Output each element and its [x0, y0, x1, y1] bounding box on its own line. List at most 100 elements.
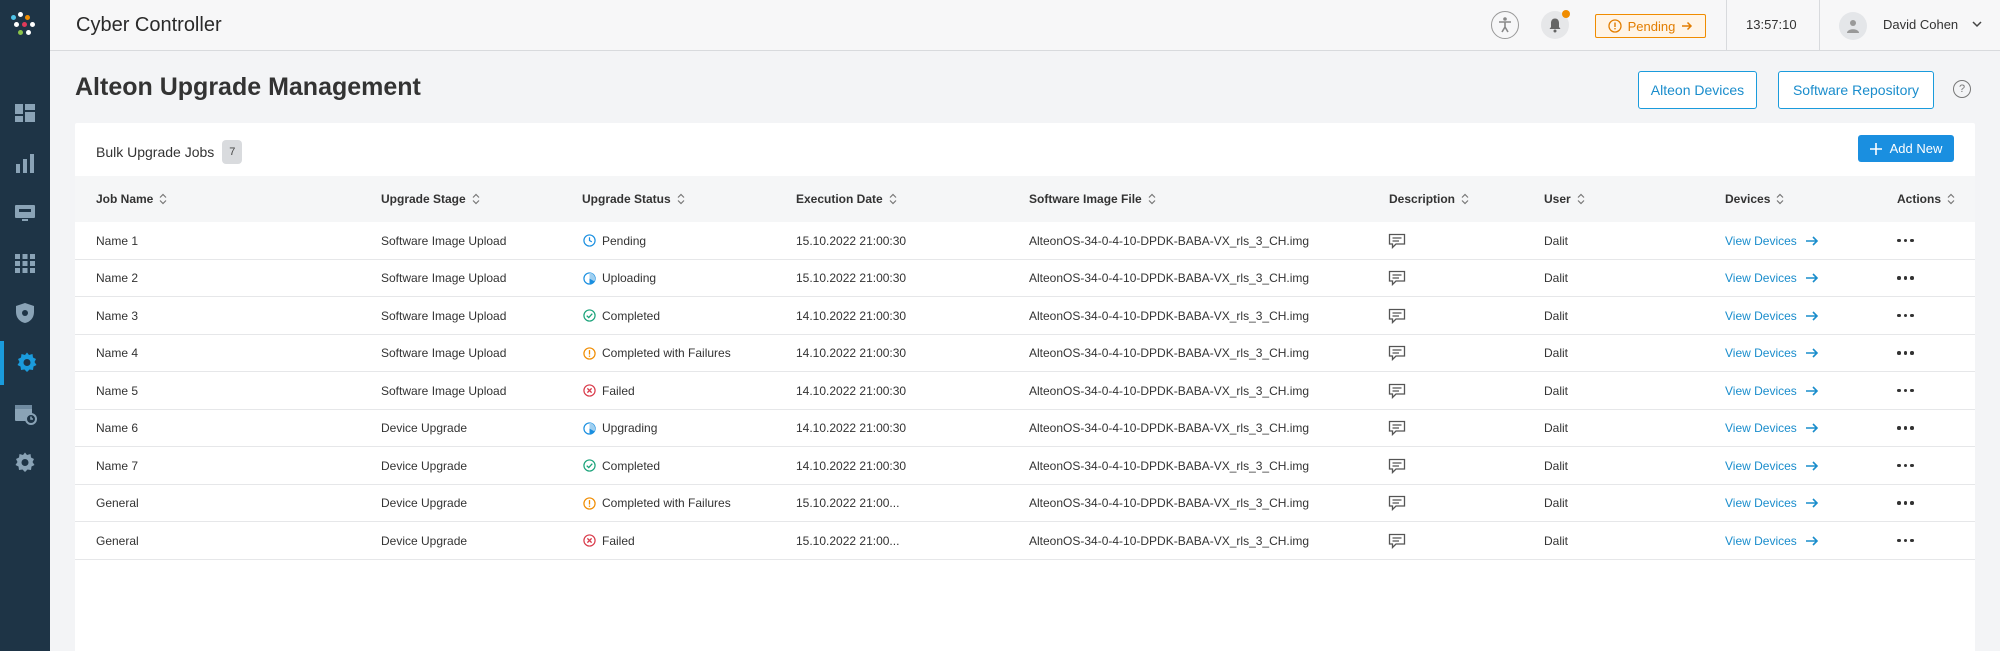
- sidebar-item-system[interactable]: [0, 341, 50, 385]
- devices-cell: View Devices: [1725, 447, 1819, 484]
- execution-date-cell: 14.10.2022 21:00:30: [796, 346, 907, 360]
- view-devices-link[interactable]: View Devices: [1725, 271, 1819, 285]
- sidebar-item-analytics[interactable]: [0, 141, 50, 185]
- more-actions-icon[interactable]: [1897, 388, 1914, 393]
- column-header-execution-date[interactable]: Execution Date: [796, 176, 897, 222]
- table-row[interactable]: Name 2 Software Image Upload Uploading 15.1…: [75, 260, 1975, 297]
- sort-icon[interactable]: [1577, 193, 1585, 205]
- analytics-icon: [16, 154, 34, 173]
- sort-icon[interactable]: [1947, 193, 1955, 205]
- execution-date-cell: 14.10.2022 21:00:30: [796, 308, 907, 323]
- comment-icon[interactable]: [1388, 458, 1406, 474]
- user-name[interactable]: David Cohen: [1883, 17, 1958, 32]
- software-repository-button[interactable]: Software Repository: [1778, 71, 1934, 109]
- column-header-actions[interactable]: Actions: [1897, 176, 1955, 222]
- alteon-devices-button[interactable]: Alteon Devices: [1638, 71, 1757, 109]
- table-row[interactable]: Name 3 Software Image Upload Completed 14.1…: [75, 297, 1975, 335]
- more-actions-icon[interactable]: [1897, 538, 1914, 543]
- more-actions-icon[interactable]: [1897, 238, 1914, 243]
- column-header-upgrade-stage[interactable]: Upgrade Stage: [381, 176, 480, 222]
- column-header-upgrade-status[interactable]: Upgrade Status: [582, 176, 685, 222]
- more-actions-icon[interactable]: [1897, 313, 1914, 318]
- description-cell: [1388, 485, 1406, 522]
- sort-icon[interactable]: [159, 193, 167, 205]
- comment-icon[interactable]: [1388, 270, 1406, 286]
- comment-icon[interactable]: [1388, 383, 1406, 399]
- arrow-right-icon: [1805, 535, 1818, 546]
- upgrade-status-cell: Completed: [583, 447, 660, 484]
- user-icon: [1847, 20, 1859, 33]
- sidebar-item-security[interactable]: [0, 291, 50, 335]
- upgrade-status-cell: Uploading: [583, 260, 656, 297]
- view-devices-link[interactable]: View Devices: [1725, 346, 1819, 360]
- comment-icon[interactable]: [1388, 420, 1406, 436]
- column-header-software-image[interactable]: Software Image File: [1029, 176, 1156, 222]
- sort-icon[interactable]: [472, 193, 480, 205]
- more-actions-icon[interactable]: [1897, 276, 1914, 280]
- column-header-description[interactable]: Description: [1389, 176, 1469, 222]
- job-name-cell: Name 5: [96, 383, 139, 398]
- view-devices-link[interactable]: View Devices: [1725, 234, 1819, 248]
- notifications-button[interactable]: [1541, 10, 1570, 39]
- sidebar-item-monitor[interactable]: [0, 191, 50, 235]
- view-devices-link[interactable]: View Devices: [1725, 459, 1819, 473]
- more-actions-icon[interactable]: [1897, 426, 1914, 430]
- column-header-label: Upgrade Status: [582, 192, 671, 206]
- accessibility-button[interactable]: [1491, 11, 1519, 39]
- more-actions-icon[interactable]: [1897, 463, 1914, 468]
- sort-icon[interactable]: [1148, 193, 1156, 205]
- table-row[interactable]: Name 6 Device Upgrade Upgrading 14.10.2022 …: [75, 410, 1975, 447]
- actions-cell: [1897, 297, 1914, 334]
- sidebar-item-settings[interactable]: [0, 441, 50, 485]
- column-header-label: Upgrade Stage: [381, 192, 466, 206]
- more-actions-icon[interactable]: [1897, 501, 1914, 505]
- view-devices-link[interactable]: View Devices: [1725, 534, 1819, 548]
- comment-icon[interactable]: [1388, 233, 1406, 249]
- radware-logo-icon[interactable]: [11, 12, 39, 38]
- description-cell: [1388, 260, 1406, 297]
- comment-icon[interactable]: [1388, 308, 1406, 324]
- table-row[interactable]: Name 1 Software Image Upload Pending 15.10.…: [75, 222, 1975, 260]
- job-name-cell: General: [96, 496, 139, 510]
- comment-icon[interactable]: [1388, 533, 1406, 549]
- settings-icon: [15, 452, 35, 472]
- sidebar-item-apps[interactable]: [0, 241, 50, 285]
- sidebar-item-scheduler[interactable]: [0, 391, 50, 435]
- table-row[interactable]: General Device Upgrade Failed 15.10.2022 21…: [75, 522, 1975, 560]
- accessibility-icon: [1499, 17, 1511, 33]
- view-devices-link[interactable]: View Devices: [1725, 496, 1819, 510]
- execution-date-cell: 14.10.2022 21:00:30: [796, 383, 907, 398]
- sidebar-item-dashboard[interactable]: [0, 91, 50, 135]
- table-row[interactable]: Name 4 Software Image Upload Completed wit…: [75, 335, 1975, 372]
- comment-icon[interactable]: [1388, 345, 1406, 361]
- bulk-upgrade-jobs-card: Bulk Upgrade Jobs 7 Add New Job Name Upgr…: [75, 123, 1975, 651]
- column-header-user[interactable]: User: [1544, 176, 1585, 222]
- view-devices-label: View Devices: [1725, 533, 1797, 548]
- pending-button[interactable]: Pending: [1595, 14, 1706, 38]
- column-header-devices[interactable]: Devices: [1725, 176, 1784, 222]
- table-row[interactable]: Name 7 Device Upgrade Completed 14.10.2022 …: [75, 447, 1975, 485]
- sort-icon[interactable]: [677, 193, 685, 205]
- software-image-cell: AlteonOS-34-0-4-10-DPDK-BABA-VX_rls_3_CH…: [1029, 421, 1310, 435]
- add-new-button[interactable]: Add New: [1858, 135, 1954, 162]
- help-icon[interactable]: ?: [1953, 80, 1971, 98]
- table-row[interactable]: Name 5 Software Image Upload Failed 14.10.2…: [75, 372, 1975, 410]
- sort-icon[interactable]: [1776, 193, 1784, 205]
- view-devices-link[interactable]: View Devices: [1725, 309, 1819, 323]
- software-image-cell: AlteonOS-34-0-4-10-DPDK-BABA-VX_rls_3_CH…: [1029, 458, 1310, 473]
- comment-icon[interactable]: [1388, 495, 1406, 511]
- chevron-down-icon[interactable]: [1971, 18, 1983, 30]
- top-bar: Cyber Controller Pending 13:57:10 David …: [50, 0, 2000, 51]
- view-devices-link[interactable]: View Devices: [1725, 384, 1819, 398]
- view-devices-label: View Devices: [1725, 496, 1797, 510]
- sort-icon[interactable]: [1461, 193, 1469, 205]
- status-label: Completed: [602, 308, 661, 323]
- software-image-cell: AlteonOS-34-0-4-10-DPDK-BABA-VX_rls_3_CH…: [1029, 308, 1310, 323]
- table-row[interactable]: General Device Upgrade Completed with Fail…: [75, 485, 1975, 522]
- column-header-job-name[interactable]: Job Name: [96, 176, 167, 222]
- view-devices-link[interactable]: View Devices: [1725, 421, 1819, 435]
- error-circle-icon: [583, 534, 596, 547]
- more-actions-icon[interactable]: [1897, 351, 1914, 355]
- avatar[interactable]: [1839, 12, 1867, 40]
- sort-icon[interactable]: [889, 193, 897, 205]
